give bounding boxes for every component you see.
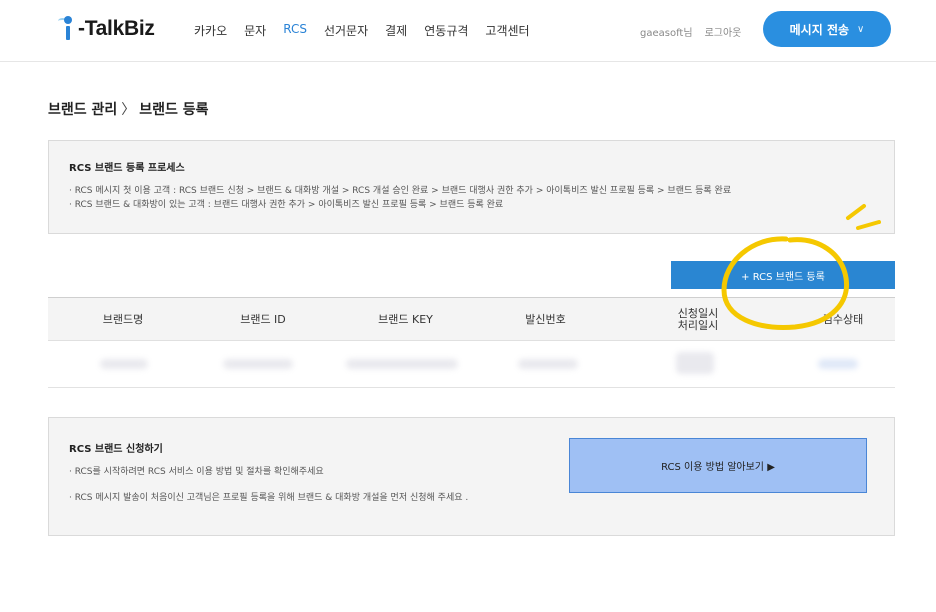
- rcs-howto-button[interactable]: RCS 이용 방법 알아보기 ▶: [569, 438, 867, 493]
- blurred-cell: [676, 352, 714, 374]
- breadcrumb-separator: 〉: [121, 102, 136, 118]
- process-line-first-use: · RCS 메시지 첫 이용 고객 : RCS 브랜드 신청 > 브랜드 & 대…: [69, 186, 732, 196]
- apply-line-guide: · RCS를 시작하려면 RCS 서비스 이용 방법 및 절차를 확인해주세요: [69, 467, 324, 477]
- talkbiz-logo[interactable]: -TalkBiz: [58, 16, 155, 42]
- nav-item-payment[interactable]: 결제: [385, 22, 407, 39]
- column-review-status: 검수상태: [822, 313, 864, 326]
- process-title: RCS 브랜드 등록 프로세스: [69, 163, 185, 174]
- blurred-cell: [223, 359, 293, 369]
- apply-title: RCS 브랜드 신청하기: [69, 444, 163, 455]
- chevron-down-icon: ∨: [857, 23, 865, 35]
- breadcrumb-parent[interactable]: 브랜드 관리: [48, 99, 117, 119]
- nav-item-support[interactable]: 고객센터: [485, 22, 529, 39]
- column-process-date: 처리일시: [677, 319, 719, 332]
- column-brand-key: 브랜드 KEY: [378, 313, 433, 326]
- main-nav: 카카오 문자 RCS 선거문자 결제 연동규격 고객센터: [194, 22, 547, 39]
- user-name: gaeasoft님: [640, 28, 693, 39]
- top-header: -TalkBiz 카카오 문자 RCS 선거문자 결제 연동규격 고객센터 ga…: [0, 0, 936, 62]
- blurred-cell: [346, 359, 458, 369]
- send-message-label: 메시지 전송: [789, 22, 850, 37]
- user-area: gaeasoft님 로그아웃: [640, 24, 741, 39]
- column-sender-number: 발신번호: [525, 313, 566, 326]
- brand-table-header: 브랜드명 브랜드 ID 브랜드 KEY 발신번호 신청일시 처리일시 검수상태: [48, 297, 895, 341]
- column-brand-id: 브랜드 ID: [240, 313, 286, 326]
- nav-item-rcs[interactable]: RCS: [283, 22, 307, 39]
- breadcrumb: 브랜드 관리 〉 브랜드 등록: [48, 99, 209, 119]
- blurred-cell: [818, 359, 858, 369]
- rcs-apply-box: RCS 브랜드 신청하기 · RCS를 시작하려면 RCS 서비스 이용 방법 …: [48, 417, 895, 536]
- column-brand-name: 브랜드명: [102, 313, 144, 326]
- nav-item-sms[interactable]: 문자: [244, 22, 266, 39]
- nav-item-election-sms[interactable]: 선거문자: [324, 22, 368, 39]
- breadcrumb-current: 브랜드 등록: [139, 102, 209, 118]
- logout-link[interactable]: 로그아웃: [705, 24, 742, 39]
- logo-mark-icon: [58, 16, 76, 42]
- blurred-cell: [518, 359, 578, 369]
- process-info-box: RCS 브랜드 등록 프로세스 · RCS 메시지 첫 이용 고객 : RCS …: [48, 140, 895, 234]
- register-rcs-brand-button[interactable]: + RCS 브랜드 등록: [671, 261, 895, 289]
- send-message-button[interactable]: 메시지 전송 ∨: [763, 11, 891, 47]
- blurred-cell: [100, 359, 148, 369]
- logo-text: -TalkBiz: [78, 17, 155, 40]
- column-dates: 신청일시 처리일시: [648, 298, 748, 342]
- apply-line-first-send: · RCS 메시지 발송이 처음이신 고객님은 프로필 등록을 위해 브랜드 &…: [69, 493, 469, 503]
- nav-item-kakao[interactable]: 카카오: [194, 22, 227, 39]
- process-line-existing: · RCS 브랜드 & 대화방이 있는 고객 : 브랜드 대행사 권한 추가 >…: [69, 200, 504, 210]
- table-row[interactable]: [48, 342, 895, 388]
- nav-item-api-spec[interactable]: 연동규격: [424, 22, 468, 39]
